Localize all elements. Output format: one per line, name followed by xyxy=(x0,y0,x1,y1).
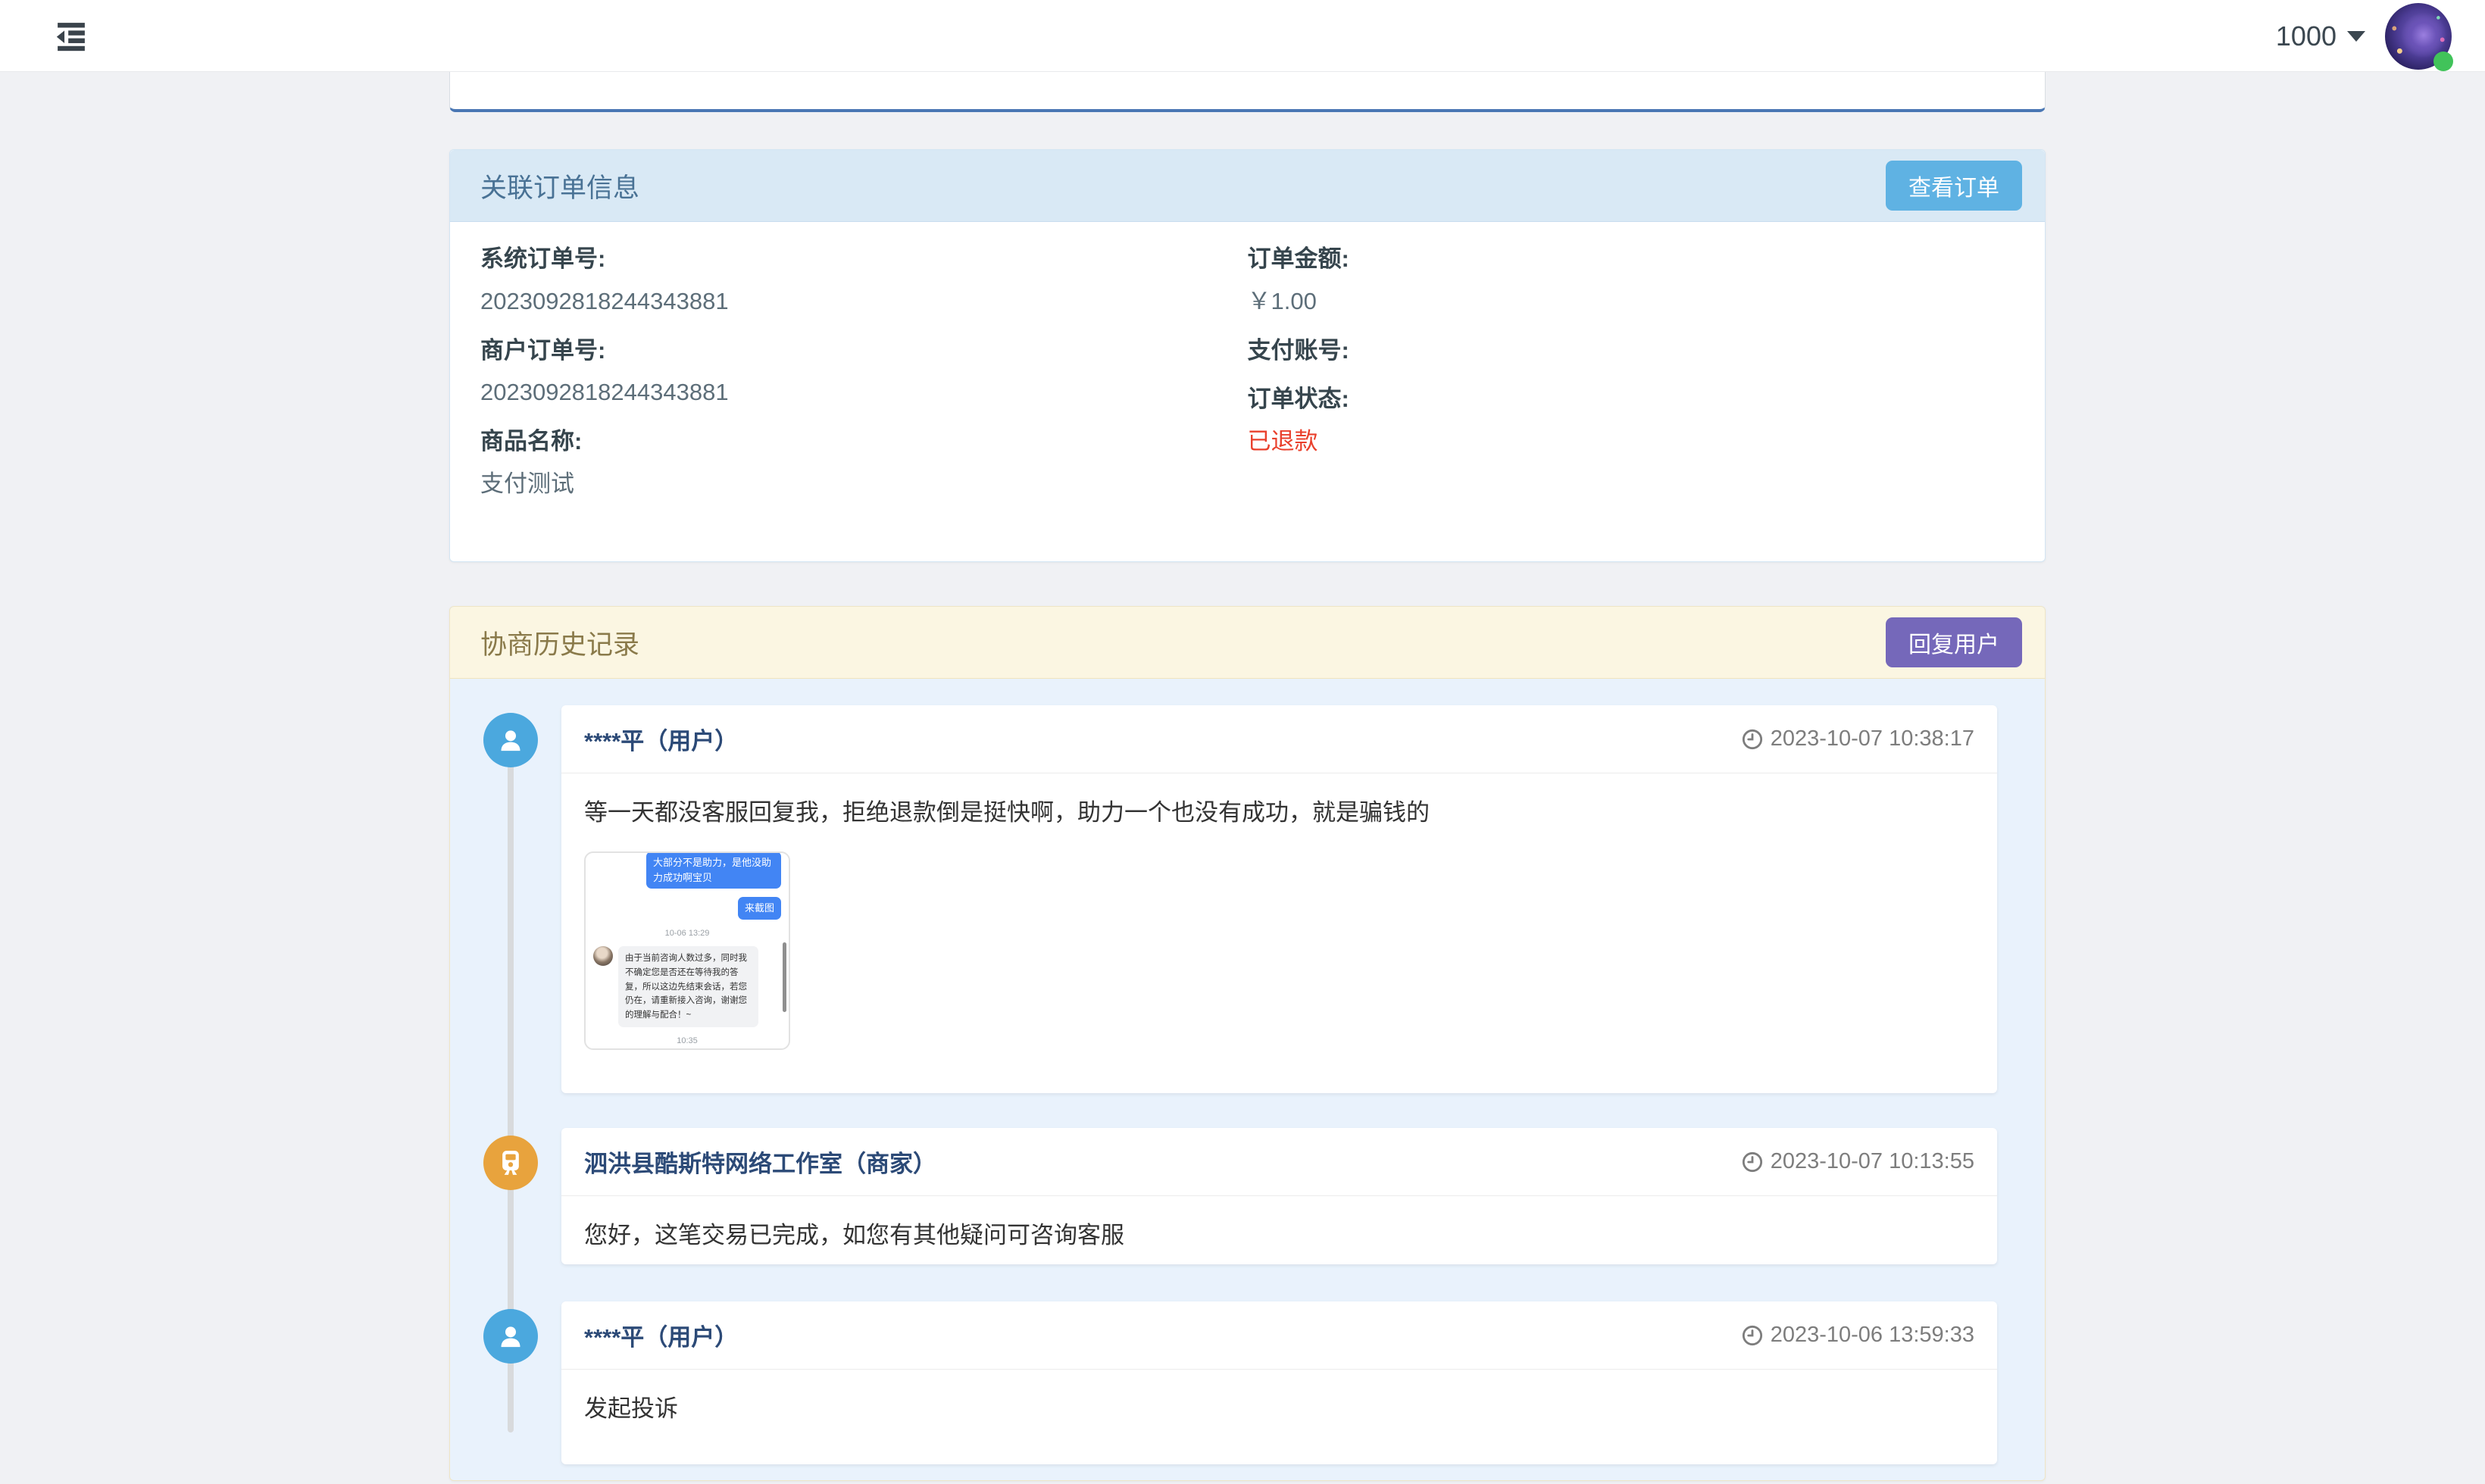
chat-time-divider: 10-06 13:29 xyxy=(593,928,781,939)
message-card: 泗洪县酷斯特网络工作室（商家） 2023-10-07 10:13:55 您好，这… xyxy=(561,1128,1997,1264)
order-status-badge: 已退款 xyxy=(1248,427,2015,457)
related-order-panel: 关联订单信息 查看订单 系统订单号: 2023092818244343881 商… xyxy=(449,149,2046,562)
clock-icon xyxy=(1742,1151,1763,1173)
sidebar-toggle-icon xyxy=(52,19,91,54)
field-merchant-order-no: 商户订单号: 2023092818244343881 xyxy=(480,336,1248,408)
related-order-panel-header: 关联订单信息 查看订单 xyxy=(450,150,2045,222)
message-header: 泗洪县酷斯特网络工作室（商家） 2023-10-07 10:13:55 xyxy=(561,1128,1997,1196)
chat-bubble-right: 大部分不是助力，是他没助力成功啊宝贝 xyxy=(646,851,781,889)
field-label: 订单金额: xyxy=(1248,245,2015,274)
message-card: ****平（用户） 2023-10-06 13:59:33 发起投诉 xyxy=(561,1301,1997,1464)
message-header: ****平（用户） 2023-10-06 13:59:33 xyxy=(561,1301,1997,1370)
field-label: 订单状态: xyxy=(1248,385,2015,414)
field-payment-account: 支付账号: xyxy=(1248,336,2015,366)
order-details-right-column: 订单金额: ￥1.00 支付账号: 订单状态: 已退款 xyxy=(1248,245,2015,519)
message-timestamp: 2023-10-07 10:13:55 xyxy=(1742,1149,1974,1174)
message-timestamp: 2023-10-07 10:38:17 xyxy=(1742,726,1974,751)
chat-scrollbar xyxy=(783,942,786,1012)
chat-bubble-left: 由于当前咨询人数过多，同时我不确定您是否还在等待我的答复，所以这边先结束会话，若… xyxy=(618,946,758,1027)
timestamp-text: 2023-10-07 10:13:55 xyxy=(1771,1149,1974,1174)
clock-icon xyxy=(1742,729,1763,750)
user-icon xyxy=(495,725,526,755)
message-author: ****平（用户） xyxy=(584,722,738,756)
counter-dropdown[interactable]: 1000 xyxy=(2276,20,2365,52)
reply-user-button[interactable]: 回复用户 xyxy=(1886,617,2022,667)
field-product-name: 商品名称: 支付测试 xyxy=(480,427,1248,499)
field-label: 商品名称: xyxy=(480,427,1248,457)
chevron-down-icon xyxy=(2347,31,2365,42)
order-details-left-column: 系统订单号: 2023092818244343881 商户订单号: 202309… xyxy=(480,245,1248,519)
field-order-status: 订单状态: 已退款 xyxy=(1248,385,2015,457)
chat-row-left: 由于当前咨询人数过多，同时我不确定您是否还在等待我的答复，所以这边先结束会话，若… xyxy=(593,946,781,1027)
timeline-avatar-user xyxy=(483,1309,538,1364)
view-order-button[interactable]: 查看订单 xyxy=(1886,161,2022,211)
field-value: 支付测试 xyxy=(480,470,1248,499)
message-body: 发起投诉 xyxy=(561,1370,1997,1448)
field-label: 商户订单号: xyxy=(480,336,1248,366)
chat-time-divider: 10:35 xyxy=(593,1036,781,1047)
field-value: 2023092818244343881 xyxy=(480,378,1248,408)
sidebar-toggle-button[interactable] xyxy=(48,17,94,56)
field-label: 系统订单号: xyxy=(480,245,1248,274)
user-icon xyxy=(495,1321,526,1351)
field-value: 2023092818244343881 xyxy=(480,287,1248,317)
previous-panel-bottom xyxy=(449,72,2046,112)
negotiation-timeline: ****平（用户） 2023-10-07 10:38:17 等一天都没客服回复我… xyxy=(450,679,2045,1480)
chat-screenshot-thumbnail[interactable]: 大部分不是助力，是他没助力成功啊宝贝 来截图 10-06 13:29 由于当前咨… xyxy=(584,851,790,1050)
field-order-amount: 订单金额: ￥1.00 xyxy=(1248,245,2015,317)
message-body: 等一天都没客服回复我，拒绝退款倒是挺快啊，助力一个也没有成功，就是骗钱的 大部分… xyxy=(561,773,1997,1073)
merchant-icon xyxy=(495,1148,526,1178)
negotiation-panel-title: 协商历史记录 xyxy=(480,623,639,662)
negotiation-panel-header: 协商历史记录 回复用户 xyxy=(450,607,2045,679)
top-navigation-bar: 1000 xyxy=(0,0,2485,72)
timeline-avatar-merchant xyxy=(483,1136,538,1190)
message-text: 发起投诉 xyxy=(584,1392,1974,1425)
message-author: 泗洪县酷斯特网络工作室（商家） xyxy=(584,1145,936,1179)
chat-bubble-right: 来截图 xyxy=(738,897,781,920)
online-status-dot xyxy=(2433,52,2453,71)
counter-value: 1000 xyxy=(2276,20,2337,52)
message-timestamp: 2023-10-06 13:59:33 xyxy=(1742,1323,1974,1348)
field-value: ￥1.00 xyxy=(1248,287,2015,317)
message-body: 您好，这笔交易已完成，如您有其他疑问可咨询客服 xyxy=(561,1196,1997,1274)
chat-agent-avatar xyxy=(593,946,613,966)
user-avatar[interactable] xyxy=(2385,3,2452,70)
message-card: ****平（用户） 2023-10-07 10:38:17 等一天都没客服回复我… xyxy=(561,705,1997,1093)
message-text: 您好，这笔交易已完成，如您有其他疑问可咨询客服 xyxy=(584,1219,1974,1251)
timestamp-text: 2023-10-06 13:59:33 xyxy=(1771,1323,1974,1348)
order-details: 系统订单号: 2023092818244343881 商户订单号: 202309… xyxy=(450,222,2045,519)
field-system-order-no: 系统订单号: 2023092818244343881 xyxy=(480,245,1248,317)
field-label: 支付账号: xyxy=(1248,336,2015,366)
message-author: ****平（用户） xyxy=(584,1318,738,1352)
clock-icon xyxy=(1742,1325,1763,1346)
timeline-avatar-user xyxy=(483,713,538,767)
negotiation-history-panel: 协商历史记录 回复用户 xyxy=(449,606,2046,1481)
message-text: 等一天都没客服回复我，拒绝退款倒是挺快啊，助力一个也没有成功，就是骗钱的 xyxy=(584,796,1974,829)
message-header: ****平（用户） 2023-10-07 10:38:17 xyxy=(561,705,1997,773)
related-order-panel-title: 关联订单信息 xyxy=(480,167,639,205)
timestamp-text: 2023-10-07 10:38:17 xyxy=(1771,726,1974,751)
